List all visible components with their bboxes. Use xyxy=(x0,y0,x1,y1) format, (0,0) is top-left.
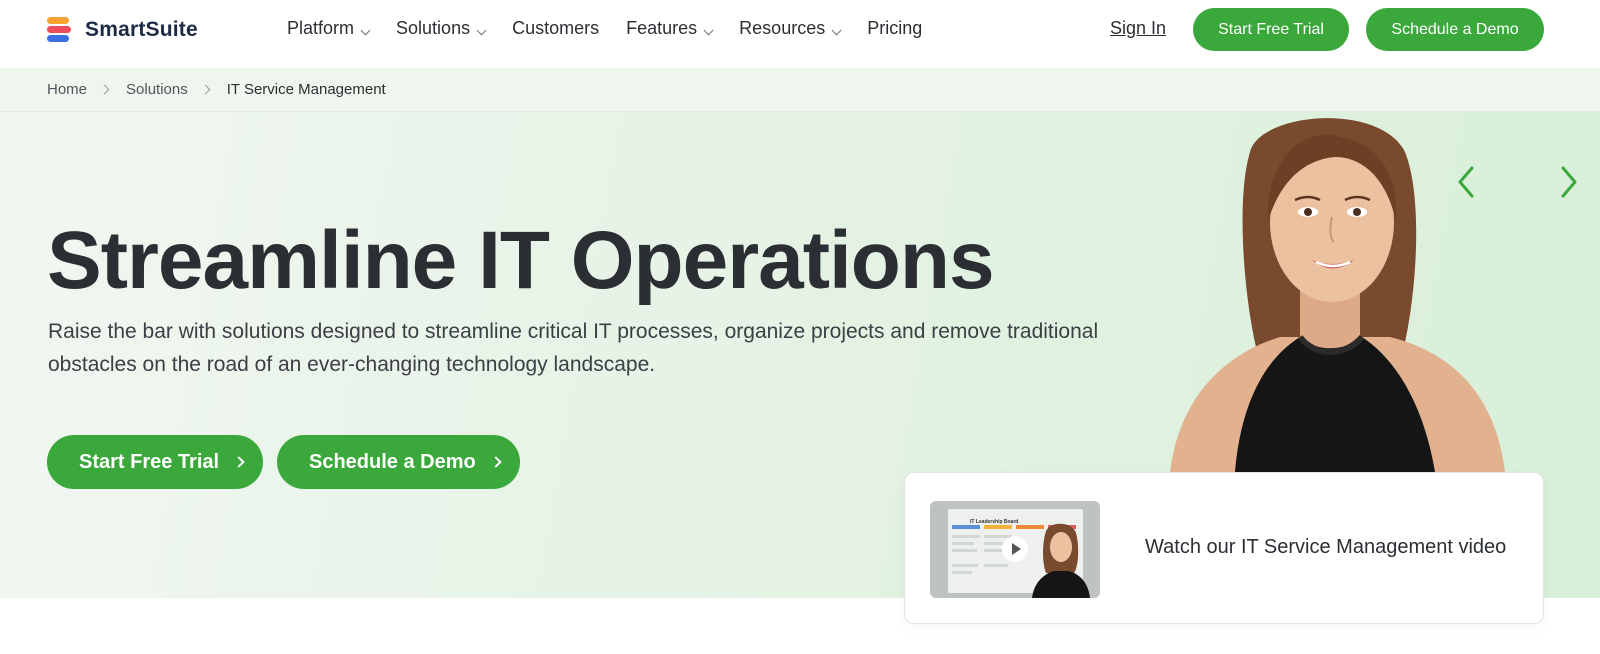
button-label: Schedule a Demo xyxy=(309,450,476,473)
thumbnail-caption: IT Leadership Board xyxy=(970,519,1019,525)
hero-schedule-demo-button[interactable]: Schedule a Demo xyxy=(277,435,520,489)
site-header: SmartSuite Platform Solutions Customers … xyxy=(0,0,1600,68)
nav-label: Pricing xyxy=(867,18,923,38)
nav-item-platform[interactable]: Platform xyxy=(287,18,371,39)
nav-label: Customers xyxy=(512,18,600,38)
hero-title: Streamline IT Operations xyxy=(47,215,995,306)
nav-label: Resources xyxy=(739,18,826,38)
play-icon[interactable] xyxy=(1002,536,1028,562)
chevron-right-icon xyxy=(490,456,502,468)
chevron-down-icon xyxy=(831,25,842,36)
logo-text: SmartSuite xyxy=(85,18,198,41)
chevron-down-icon xyxy=(360,25,371,36)
hero-start-free-trial-button[interactable]: Start Free Trial xyxy=(47,435,263,489)
chevron-down-icon xyxy=(476,25,487,36)
nav-item-pricing[interactable]: Pricing xyxy=(867,18,922,39)
breadcrumb-current: IT Service Management xyxy=(226,81,386,98)
video-card[interactable]: IT Leadership Board Watch our IT Service… xyxy=(904,472,1544,624)
nav-item-resources[interactable]: Resources xyxy=(739,18,842,39)
nav-item-customers[interactable]: Customers xyxy=(512,18,599,39)
breadcrumb-home[interactable]: Home xyxy=(47,81,87,98)
start-free-trial-button[interactable]: Start Free Trial xyxy=(1193,8,1349,51)
nav-item-solutions[interactable]: Solutions xyxy=(396,18,487,39)
smartsuite-logo[interactable]: SmartSuite xyxy=(47,17,198,43)
hero-subtitle: Raise the bar with solutions designed to… xyxy=(48,320,1099,376)
video-thumbnail[interactable]: IT Leadership Board xyxy=(930,501,1100,598)
chevron-right-icon xyxy=(99,84,110,95)
logo-mark-icon xyxy=(47,17,71,43)
breadcrumb-solutions[interactable]: Solutions xyxy=(126,81,188,98)
thumbnail-person-image xyxy=(1032,523,1090,598)
nav-label: Platform xyxy=(287,18,355,38)
nav-label: Solutions xyxy=(396,18,471,38)
video-label[interactable]: Watch our IT Service Management video xyxy=(1145,536,1506,559)
chevron-right-icon xyxy=(233,456,245,468)
nav-label: Features xyxy=(626,18,698,38)
carousel-prev-icon[interactable] xyxy=(1452,162,1482,202)
main-nav: Platform Solutions Customers Features Re… xyxy=(287,18,949,39)
breadcrumb: Home Solutions IT Service Management xyxy=(0,68,1600,112)
chevron-down-icon xyxy=(703,25,714,36)
schedule-demo-button[interactable]: Schedule a Demo xyxy=(1366,8,1544,51)
sign-in-link[interactable]: Sign In xyxy=(1110,18,1166,39)
nav-item-features[interactable]: Features xyxy=(626,18,714,39)
button-label: Start Free Trial xyxy=(79,450,220,473)
chevron-right-icon xyxy=(200,84,211,95)
carousel-next-icon[interactable] xyxy=(1553,162,1583,202)
